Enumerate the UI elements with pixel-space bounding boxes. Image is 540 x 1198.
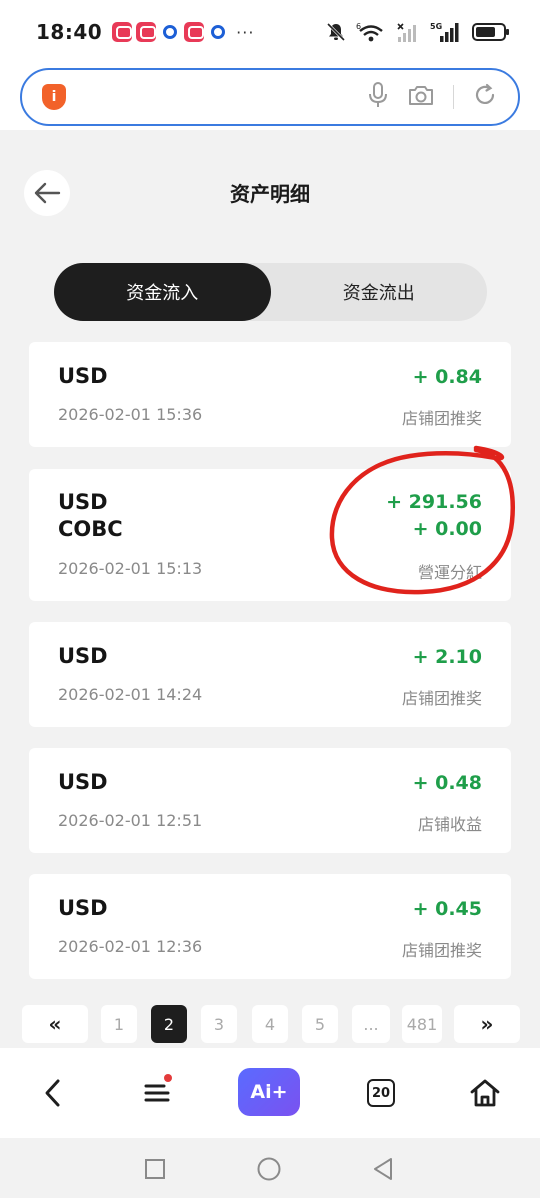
battery-icon (472, 23, 509, 41)
page-title: 资产明细 (230, 182, 310, 206)
record-datetime: 2026-02-01 14:24 (58, 685, 203, 704)
page-button[interactable]: 481 (402, 1005, 442, 1043)
chevron-left-icon (45, 1079, 60, 1107)
record-currency: USD (58, 770, 108, 794)
back-nav-button[interactable] (28, 1068, 78, 1118)
system-navigation (0, 1138, 540, 1198)
record-amount: + 2.10 (412, 646, 482, 668)
menu-icon (144, 1084, 170, 1102)
page-ellipsis: ... (352, 1005, 390, 1043)
record-amount: + 0.00 (412, 518, 482, 540)
record-datetime: 2026-02-01 12:51 (58, 811, 203, 830)
record-card[interactable]: USD COBC + 291.56 + 0.00 2026-02-01 15:1… (29, 469, 511, 601)
record-type: 店铺收益 (417, 815, 482, 834)
record-currency: COBC (58, 517, 123, 541)
page-button[interactable]: 4 (252, 1005, 288, 1043)
browser-toolbar: Ai+ 20 (0, 1048, 540, 1138)
home-system-button[interactable] (256, 1156, 282, 1182)
address-divider (452, 85, 454, 109)
tab-inflow[interactable]: 资金流入 (54, 263, 271, 321)
browser-address-bar: i (0, 64, 540, 130)
more-notifications-icon: ··· (236, 22, 255, 42)
recents-button[interactable] (142, 1156, 168, 1182)
tab-outflow[interactable]: 资金流出 (271, 263, 488, 321)
record-currency: USD (58, 896, 108, 920)
page-button[interactable]: 3 (201, 1005, 237, 1043)
home-icon (470, 1079, 500, 1107)
record-type: 店铺团推奖 (401, 941, 482, 960)
app-notification-icon (136, 22, 157, 42)
pagination: « 1 2 3 4 5 ... 481 » (0, 1005, 540, 1047)
network-type-label: 5G (430, 22, 442, 31)
record-currency: USD (58, 364, 108, 388)
wifi-icon: 6 (356, 21, 386, 43)
signal-5g-icon: 5G (430, 21, 462, 43)
record-amount: + 0.84 (412, 366, 482, 388)
address-input[interactable]: i (20, 68, 520, 126)
signal-icon (396, 21, 420, 43)
home-button[interactable] (460, 1068, 510, 1118)
address-actions (367, 81, 499, 113)
record-datetime: 2026-02-01 15:13 (58, 559, 203, 578)
page-header: 资产明细 (0, 150, 540, 234)
record-currency: USD (58, 490, 108, 514)
record-datetime: 2026-02-01 12:36 (58, 937, 203, 956)
tabs-button[interactable]: 20 (356, 1068, 406, 1118)
circle-icon (257, 1157, 281, 1181)
record-card[interactable]: USD + 0.84 2026-02-01 15:36 店铺团推奖 (29, 342, 511, 447)
record-card[interactable]: USD + 2.10 2026-02-01 14:24 店铺团推奖 (29, 622, 511, 727)
page-button[interactable]: 1 (101, 1005, 137, 1043)
back-system-button[interactable] (370, 1156, 396, 1182)
refresh-icon[interactable] (472, 82, 498, 112)
app-notification-icon (184, 22, 205, 42)
status-bar: 18:40 ··· 6 5G (0, 0, 540, 64)
record-type: 店铺团推奖 (401, 409, 482, 428)
status-right-icons: 6 5G (326, 21, 509, 43)
flow-tabs: 资金流入 资金流出 (54, 263, 487, 321)
status-time: 18:40 (36, 20, 103, 44)
mute-bell-icon (326, 22, 346, 42)
tab-count: 20 (367, 1079, 395, 1107)
app-notification-icon (112, 22, 133, 42)
triangle-back-icon (374, 1158, 392, 1180)
notification-icons: ··· (112, 22, 254, 42)
next-page-button[interactable]: » (454, 1005, 520, 1043)
record-card[interactable]: USD + 0.45 2026-02-01 12:36 店铺团推奖 (29, 874, 511, 979)
record-amount: + 0.45 (412, 898, 482, 920)
circle-app-icon (163, 25, 178, 39)
page-button[interactable]: 5 (302, 1005, 338, 1043)
record-datetime: 2026-02-01 15:36 (58, 405, 203, 424)
record-amount: + 0.48 (412, 772, 482, 794)
menu-button[interactable] (132, 1068, 182, 1118)
prev-page-button[interactable]: « (22, 1005, 88, 1043)
record-amount: + 291.56 (386, 491, 482, 513)
record-type: 營運分紅 (417, 563, 482, 582)
camera-icon[interactable] (407, 83, 435, 111)
record-currency: USD (58, 644, 108, 668)
circle-app-icon (211, 25, 226, 39)
ai-assistant-button[interactable]: Ai+ (238, 1068, 300, 1116)
microphone-icon[interactable] (367, 81, 389, 113)
square-icon (145, 1159, 165, 1179)
notification-dot (164, 1074, 172, 1082)
page-button-current[interactable]: 2 (151, 1005, 187, 1043)
record-type: 店铺团推奖 (401, 689, 482, 708)
record-card[interactable]: USD + 0.48 2026-02-01 12:51 店铺收益 (29, 748, 511, 853)
shield-icon[interactable]: i (42, 84, 66, 110)
